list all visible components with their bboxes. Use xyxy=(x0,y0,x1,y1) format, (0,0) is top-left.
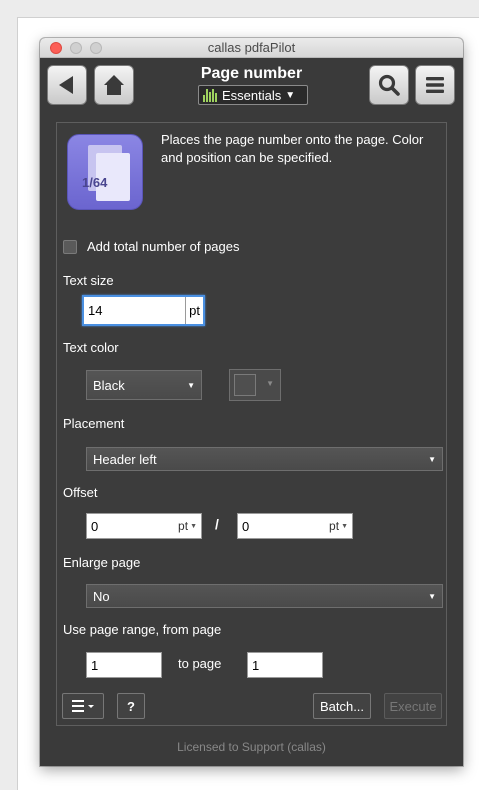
execute-button[interactable]: Execute xyxy=(384,693,442,719)
page-number-icon: 1/64 xyxy=(67,134,143,210)
zoom-window-button[interactable] xyxy=(90,42,102,54)
list-menu-icon xyxy=(72,700,94,712)
help-button[interactable]: ? xyxy=(117,693,145,719)
page-range-label: Use page range, from page xyxy=(63,622,222,637)
range-from-value: 1 xyxy=(91,657,99,673)
offset-x-value: 0 xyxy=(91,518,99,534)
enlarge-page-dropdown[interactable]: No ▼ xyxy=(86,584,443,608)
search-icon xyxy=(378,74,400,96)
text-color-label: Text color xyxy=(63,340,119,355)
text-size-unit: pt xyxy=(185,297,203,324)
window-title: callas pdfaPilot xyxy=(207,40,296,55)
enlarge-page-label: Enlarge page xyxy=(63,555,141,570)
enlarge-page-value: No xyxy=(93,588,110,604)
minimize-window-button[interactable] xyxy=(70,42,82,54)
search-button[interactable] xyxy=(369,65,409,105)
range-to-label: to page xyxy=(178,656,222,671)
list-menu-button[interactable] xyxy=(62,693,104,719)
title-bar: callas pdfaPilot xyxy=(40,38,463,58)
chevron-down-icon: ▼ xyxy=(428,591,436,601)
text-color-value: Black xyxy=(93,377,125,393)
text-size-input[interactable]: 14 pt xyxy=(82,295,205,326)
offset-y-unit: pt xyxy=(329,519,340,533)
range-to-value: 1 xyxy=(252,657,260,673)
offset-x-input[interactable]: 0 pt ▼ xyxy=(86,513,202,539)
offset-label: Offset xyxy=(63,485,98,500)
color-picker-button[interactable]: ▼ xyxy=(229,369,281,401)
home-icon xyxy=(104,75,124,95)
offset-y-unit-dropdown[interactable]: pt ▼ xyxy=(329,514,348,538)
text-color-dropdown[interactable]: Black ▼ xyxy=(86,370,202,400)
back-button[interactable] xyxy=(47,65,87,105)
range-from-input[interactable]: 1 xyxy=(86,652,162,678)
range-to-input[interactable]: 1 xyxy=(247,652,323,678)
color-swatch xyxy=(234,374,256,396)
chevron-down-icon: ▼ xyxy=(266,379,274,388)
fixup-settings-panel: 1/64 Places the page number onto the pag… xyxy=(56,122,447,726)
offset-x-unit: pt xyxy=(178,519,189,533)
chevron-down-icon: ▼ xyxy=(428,454,436,464)
add-total-pages-label: Add total number of pages xyxy=(87,239,240,254)
chevron-down-icon: ▼ xyxy=(341,522,348,530)
home-button[interactable] xyxy=(94,65,134,105)
fixup-description: Places the page number onto the page. Co… xyxy=(161,132,424,165)
batch-button[interactable]: Batch... xyxy=(313,693,371,719)
page-title: Page number xyxy=(200,65,303,82)
close-window-button[interactable] xyxy=(50,42,62,54)
app-window: callas pdfaPilot Page number Essentials … xyxy=(40,38,463,766)
add-total-pages-checkbox[interactable] xyxy=(63,240,77,254)
text-size-value: 14 xyxy=(88,303,103,318)
chevron-down-icon: ▼ xyxy=(187,380,195,390)
placement-dropdown[interactable]: Header left ▼ xyxy=(86,447,443,471)
license-text: Licensed to Support (callas) xyxy=(177,740,326,754)
offset-separator: / xyxy=(215,516,219,532)
toolbar: Page number Essentials ▼ xyxy=(40,59,463,115)
chevron-down-icon: ▼ xyxy=(285,89,296,101)
profile-selector[interactable]: Essentials ▼ xyxy=(198,85,308,105)
chevron-down-icon: ▼ xyxy=(190,522,197,530)
hamburger-menu-icon xyxy=(426,77,444,93)
placement-value: Header left xyxy=(93,451,157,467)
offset-y-value: 0 xyxy=(242,518,250,534)
essentials-bars-icon xyxy=(203,88,217,102)
offset-x-unit-dropdown[interactable]: pt ▼ xyxy=(178,514,197,538)
offset-y-input[interactable]: 0 pt ▼ xyxy=(237,513,353,539)
menu-button[interactable] xyxy=(415,65,455,105)
text-size-label: Text size xyxy=(63,273,114,288)
profile-selector-label: Essentials xyxy=(222,87,282,103)
placement-label: Placement xyxy=(63,416,125,431)
page-number-icon-label: 1/64 xyxy=(82,175,108,190)
back-arrow-icon xyxy=(59,76,73,94)
